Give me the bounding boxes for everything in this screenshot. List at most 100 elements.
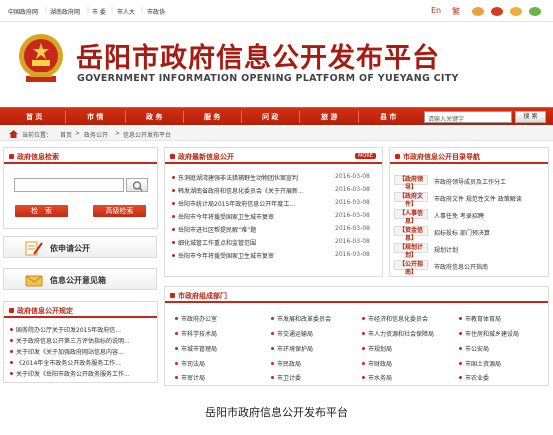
home-icon (9, 130, 18, 138)
date: 2016-03-08 (335, 186, 370, 193)
weibo-icon[interactable] (472, 7, 484, 16)
dept-link[interactable]: 市教育体育局 (465, 314, 545, 323)
nav-home[interactable]: 首 页 (26, 112, 42, 122)
catalog-link[interactable]: 招标投标 部门预决算 (434, 228, 547, 237)
dept-link[interactable]: 市国土资源局 (465, 359, 545, 368)
dept-link[interactable]: 市公安局 (465, 344, 545, 353)
image-caption: 岳阳市政府信息公开发布平台 (205, 406, 348, 419)
apply-disclosure-button[interactable]: 依申请公开 (3, 236, 157, 258)
dept-link[interactable]: 市水务局 (368, 373, 458, 382)
catalog-tag[interactable]: 【政府领导】 (394, 175, 428, 191)
breadcrumb-label: 当前位置： (22, 132, 53, 139)
dept-link[interactable]: 市环境保护局 (277, 344, 357, 353)
main-nav: 首 页 市 情 政 务 服 务 问 政 旅 游 县 市 请输入关键字 搜 索 (0, 107, 553, 125)
list-item[interactable]: 《2014年全市政务公开政务服务工作... (16, 358, 156, 367)
dept-link[interactable]: 市城市管理局 (181, 344, 261, 353)
list-item[interactable]: 关于政府信息公开第三方评估指标的说明... (16, 336, 156, 345)
dept-link[interactable]: 市发展和改革委员会 (277, 314, 357, 323)
catalog-title: 市政府信息公开目录导航 (403, 153, 480, 161)
list-item[interactable]: 国务院办公厅关于印发2015年政府信... (16, 325, 156, 334)
list-item[interactable]: 韩发湖南省政府和信息化委员会《关于开展新... (178, 186, 326, 195)
departments-panel: 市政府组成部门 市政府办公室 市发展和改革委员会 市经济和信息化委员会 市教育体… (164, 286, 549, 386)
latest-info-panel: 政府最新信息公开 MORE 东洞庭湖湾建强非法猎捕野生动物团伙案宣判 2016-0… (164, 147, 383, 277)
feedback-box-button[interactable]: 信息公开意见箱 (3, 268, 157, 290)
dept-link[interactable]: 市政府办公室 (181, 314, 261, 323)
date: 2016-03-08 (335, 199, 370, 206)
dept-link[interactable]: 市农业委 (465, 373, 545, 382)
dept-link[interactable]: 市人力资源和社会保障局 (368, 329, 458, 338)
wechat-icon[interactable] (529, 7, 541, 16)
qzone-icon[interactable] (510, 7, 522, 16)
list-item[interactable]: 关于印发《关于加强政府网站信息内容... (16, 347, 156, 356)
dept-link[interactable]: 市司法局 (181, 359, 261, 368)
list-item[interactable]: 关于印发《岳阳市政务公开政务服务工作... (16, 369, 156, 378)
advanced-search-button[interactable]: 高级检索 (93, 205, 146, 217)
nav-government-affairs[interactable]: 政 务 (146, 112, 162, 122)
list-item[interactable]: 岳阳市今年将援受国家卫生城市复审 (178, 212, 326, 221)
search-button[interactable]: 搜 索 (515, 111, 546, 123)
dept-link[interactable]: 市经济和信息化委员会 (368, 314, 458, 323)
dept-link[interactable]: 市民政局 (277, 359, 357, 368)
dept-link[interactable]: 市交通运输局 (277, 329, 357, 338)
catalog-link[interactable]: 规划计划 (434, 245, 547, 254)
catalog-link[interactable]: 市政府领导成员及工作分工 (434, 177, 547, 186)
nav-services[interactable]: 服 务 (204, 112, 220, 122)
nav-inquiry[interactable]: 问 政 (262, 112, 278, 122)
link-npc[interactable]: 市人大 (117, 7, 135, 16)
catalog-panel: 市政府信息公开目录导航 【政府领导】 市政府领导成员及工作分工 【政府文件】 市政府… (389, 147, 549, 277)
link-gov-cn[interactable]: 中国政府网 (8, 7, 38, 16)
dept-link[interactable]: 市财政局 (368, 359, 458, 368)
breadcrumb-home[interactable]: 首页 (60, 130, 72, 139)
lang-english-link[interactable]: En (431, 6, 441, 15)
lang-traditional-link[interactable]: 繁 (452, 6, 460, 17)
list-item[interactable]: 细化城管工作重点和监管范围 (178, 238, 326, 247)
search-icon[interactable] (126, 178, 148, 192)
catalog-tag[interactable]: 【资金信息】 (394, 226, 428, 242)
date: 2016-03-08 (335, 238, 370, 245)
catalog-link[interactable]: 市政府信息公开指南 (434, 262, 547, 271)
dept-link[interactable]: 市审计局 (181, 373, 261, 382)
nav-tourism[interactable]: 旅 游 (321, 112, 337, 122)
list-item[interactable]: 岳阳市今年将援受国家卫生城市复审 (178, 251, 326, 260)
date: 2016-03-08 (335, 212, 370, 219)
catalog-tag[interactable]: 【政府文件】 (394, 192, 428, 208)
nav-counties[interactable]: 县 市 (380, 112, 396, 122)
catalog-link[interactable]: 市政府文件 规范性文件 政策解读 (434, 194, 547, 203)
breadcrumb: 当前位置： 首页 > 政务公开 > 信息公开发布平台 (0, 127, 553, 141)
document-pen-icon (25, 241, 43, 256)
top-bar: 中国政府网 | 湖南政府网 | 市 委 | 市人大 | 市政协 En 繁 (0, 0, 553, 22)
search-submit-button[interactable]: 检 索 (15, 205, 68, 217)
catalog-link[interactable]: 人事任免 考录招聘 (434, 211, 547, 220)
disclosure-rules-panel: 政府信息公开规定 国务院办公厅关于印发2015年政府信... 关于政府信息公开第… (3, 301, 158, 383)
list-item[interactable]: 东洞庭湖湾建强非法猎捕野生动物团伙案宣判 (178, 173, 326, 182)
share-icon[interactable] (491, 7, 503, 16)
link-hunan-gov[interactable]: 湖南政府网 (50, 7, 80, 16)
site-header: 岳阳市政府信息公开发布平台 GOVERNMENT INFORMATION OPE… (0, 22, 553, 102)
info-search-input[interactable] (14, 178, 124, 192)
breadcrumb-current: 信息公开发布平台 (123, 132, 172, 139)
breadcrumb-gov-open[interactable]: 政务公开 (84, 130, 108, 139)
site-subtitle: GOVERNMENT INFORMATION OPENING PLATFORM … (77, 73, 459, 84)
dept-link[interactable]: 市科学技术局 (181, 329, 261, 338)
dept-link[interactable]: 市住房和城乡建设局 (465, 329, 547, 338)
site-title: 岳阳市政府信息公开发布平台 (76, 43, 440, 74)
link-cppcc[interactable]: 市政协 (147, 7, 165, 16)
dept-link[interactable]: 市卫计委 (277, 373, 357, 382)
nav-city-info[interactable]: 市 情 (87, 112, 103, 122)
catalog-tag[interactable]: 【人事信息】 (394, 209, 428, 225)
link-party-committee[interactable]: 市 委 (92, 7, 106, 16)
latest-info-title: 政府最新信息公开 (178, 153, 234, 161)
disclosure-rules-title: 政府信息公开规定 (17, 307, 73, 315)
date: 2016-03-08 (335, 225, 370, 232)
date: 2016-03-08 (335, 173, 370, 180)
list-item[interactable]: 岳阳市进社区帮提民解“难”题 (178, 225, 326, 234)
dept-link[interactable]: 市规划局 (368, 344, 458, 353)
list-item[interactable]: 岳阳市统计局2015年政府信息公开年度工... (178, 199, 326, 208)
catalog-tag[interactable]: 【公开指南】 (394, 260, 428, 276)
mailbox-icon (25, 275, 43, 287)
feedback-box-label: 信息公开意见箱 (50, 276, 106, 285)
more-link[interactable]: MORE (355, 153, 376, 159)
departments-title: 市政府组成部门 (178, 292, 227, 300)
catalog-tag[interactable]: 【规划计划】 (394, 243, 428, 259)
search-input[interactable]: 请输入关键字 (424, 111, 512, 123)
